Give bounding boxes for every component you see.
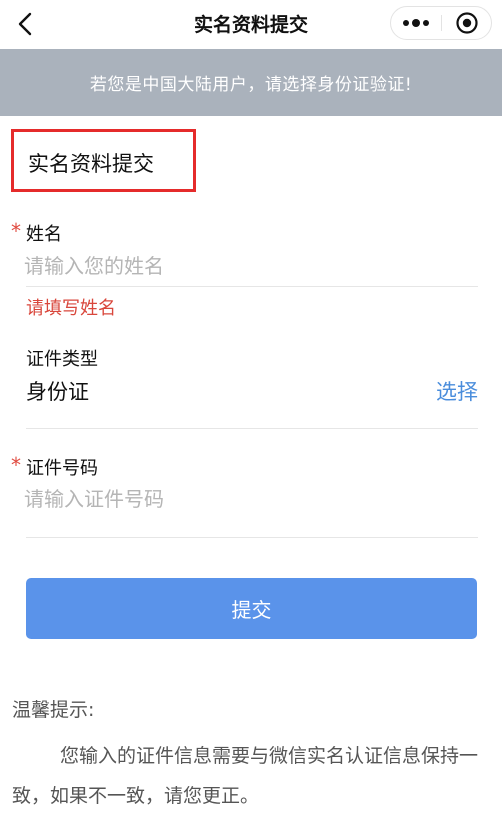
- more-button[interactable]: [391, 7, 441, 39]
- section-title: 实名资料提交: [28, 152, 154, 176]
- id-number-divider: [26, 537, 478, 538]
- navigation-bar: 实名资料提交: [0, 0, 502, 48]
- tips-body: 您输入的证件信息需要与微信实名认证信息保持一致，如果不一致，请您更正。: [12, 745, 479, 807]
- submit-button[interactable]: 提交: [26, 578, 477, 639]
- id-number-input[interactable]: [24, 484, 464, 514]
- section-title-highlight: 实名资料提交: [11, 129, 196, 192]
- id-type-select-button[interactable]: 选择: [436, 376, 478, 406]
- required-mark-id-number: *: [11, 453, 21, 477]
- id-type-divider: [26, 428, 478, 429]
- name-label: 姓名: [26, 224, 62, 245]
- close-button[interactable]: [442, 7, 492, 39]
- id-number-label: 证件号码: [26, 458, 98, 479]
- more-dots-icon: [403, 19, 429, 27]
- tips-title: 温馨提示:: [12, 699, 95, 721]
- name-input[interactable]: [24, 251, 464, 281]
- target-close-icon: [456, 12, 478, 34]
- id-type-value: 身份证: [26, 380, 89, 404]
- id-type-label: 证件类型: [26, 349, 98, 370]
- mini-program-capsule: [390, 6, 492, 40]
- notice-banner: 若您是中国大陆用户，请选择身份证验证!: [0, 49, 502, 116]
- name-error: 请填写姓名: [26, 298, 116, 319]
- name-divider: [26, 286, 478, 287]
- required-mark-name: *: [11, 219, 21, 243]
